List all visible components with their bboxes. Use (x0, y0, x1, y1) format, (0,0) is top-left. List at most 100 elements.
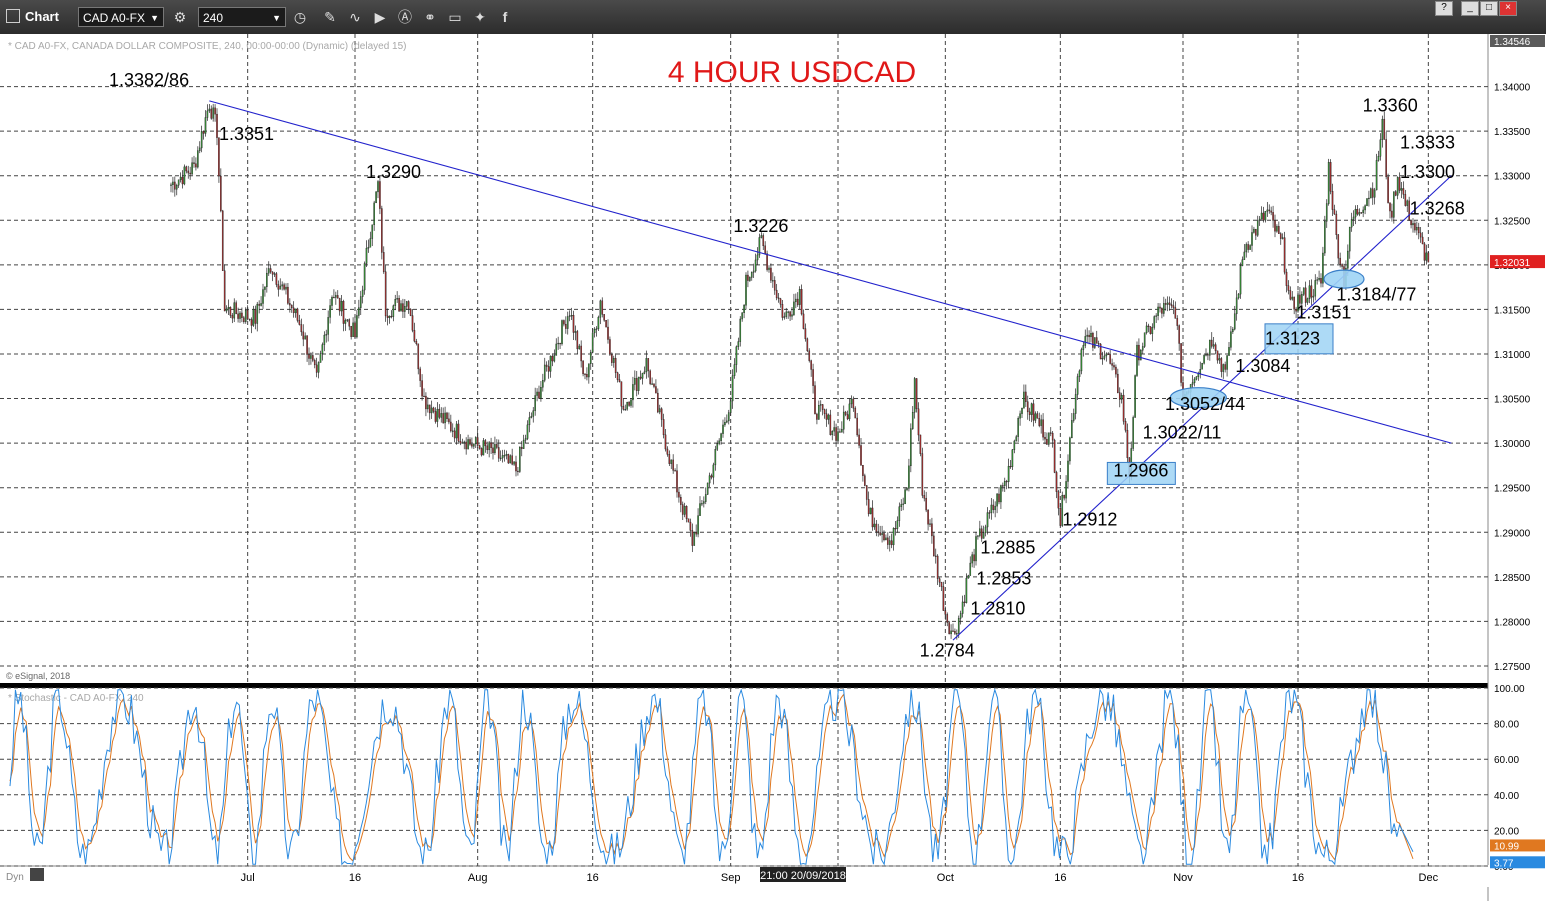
window-title-text: Chart (25, 9, 59, 24)
draw-line-icon[interactable]: ✎ (320, 7, 340, 27)
candle-body (743, 305, 745, 314)
comment-icon[interactable]: ▭ (445, 7, 465, 27)
help-button[interactable]: ? (1435, 1, 1453, 16)
candle-body (827, 414, 830, 420)
candle-body (1239, 265, 1242, 295)
candle-body (1414, 223, 1416, 231)
candle-body (1201, 363, 1203, 370)
play-icon[interactable]: ▶ (370, 7, 390, 27)
candle-body (658, 408, 661, 413)
candle-body (1249, 245, 1251, 250)
candle-body (1036, 413, 1039, 419)
link-icon[interactable]: ⚭ (420, 7, 440, 27)
candle-body (321, 344, 324, 354)
candle-body (287, 286, 289, 304)
candle-body (856, 417, 858, 436)
price-annotation: 1.3290 (366, 162, 421, 182)
candle-body (237, 313, 239, 319)
chart-background (0, 34, 1546, 901)
candle-body (1383, 118, 1386, 140)
candle-body (1076, 376, 1079, 395)
candle-body (701, 503, 703, 505)
symbol-input[interactable]: CAD A0-FX ▼ (78, 7, 164, 27)
candle-body (888, 540, 891, 545)
stoch-k-label: 10.99 (1494, 841, 1519, 852)
candle-body (647, 358, 650, 372)
x-tick-label: Dec (1419, 872, 1439, 884)
candle-body (800, 289, 803, 315)
candle-body (1320, 278, 1322, 284)
candle-body (1312, 295, 1315, 298)
candle-body (781, 303, 784, 318)
candle-body (957, 618, 960, 634)
stoch-y-tick-label: 40.00 (1494, 791, 1519, 802)
candle-body (515, 461, 517, 472)
candle-body (572, 315, 575, 333)
candle-body (595, 328, 598, 330)
candle-body (704, 494, 707, 502)
candle-body (718, 440, 720, 444)
candle-body (1314, 280, 1317, 297)
candle-body (208, 108, 211, 112)
candle-body (563, 320, 565, 325)
candle-body (419, 368, 421, 381)
candle-body (1308, 285, 1311, 299)
candle-body (231, 315, 234, 319)
candle-body (896, 520, 899, 529)
candle-body (637, 376, 640, 391)
stoch-y-tick-label: 80.00 (1494, 720, 1519, 731)
candle-body (444, 412, 446, 424)
candle-body (1040, 419, 1042, 426)
candle-body (996, 493, 998, 507)
candle-body (530, 416, 533, 418)
candle-body (670, 459, 673, 464)
restore-button[interactable]: □ (1480, 1, 1498, 16)
candle-body (1266, 209, 1269, 212)
clock-icon[interactable]: ◷ (290, 7, 310, 27)
toolbar: Chart CAD A0-FX ▼ ⚙ 240 ▼ ◷ ✎ ∿ ▶ Ⓐ ⚭ ▭ ✦ … (0, 0, 1546, 35)
candle-body (1425, 252, 1428, 261)
chart-svg: Jul16Aug16Sep16Oct16Nov16Dec1.275001.280… (0, 34, 1546, 901)
panel-separator (0, 683, 1546, 688)
candle-body (1170, 304, 1173, 306)
candle-body (258, 303, 260, 306)
candle-body (442, 413, 444, 424)
candle-body (421, 380, 423, 397)
candle-body (833, 427, 835, 432)
candle-body (1316, 279, 1318, 281)
candle-body (1203, 355, 1205, 364)
x-tick-label: Aug (468, 872, 488, 884)
candle-body (216, 113, 218, 138)
candle-body (425, 395, 427, 410)
dyn-toggle-icon (30, 868, 44, 881)
candle-body (693, 532, 696, 546)
interval-input[interactable]: 240 ▼ (198, 7, 286, 27)
alert-icon[interactable]: Ⓐ (395, 7, 415, 27)
candle-body (1325, 203, 1328, 222)
candle-body (1159, 306, 1161, 309)
settings-icon[interactable]: ⚙ (170, 7, 190, 27)
candle-body (1341, 264, 1343, 267)
stoch-y-tick-label: 100.00 (1494, 684, 1525, 695)
candle-body (940, 581, 943, 587)
facebook-icon[interactable]: f (495, 7, 515, 27)
candle-body (1019, 413, 1021, 419)
candle-body (565, 323, 567, 329)
y-tick-label: 1.29500 (1494, 484, 1531, 495)
candle-body (1281, 237, 1284, 239)
candle-body (1241, 259, 1244, 266)
candle-body (762, 235, 765, 247)
close-button[interactable]: × (1499, 1, 1517, 16)
candle-body (233, 302, 236, 319)
minimize-button[interactable]: _ (1461, 1, 1479, 16)
candle-body (1105, 353, 1108, 357)
candle-body (336, 295, 339, 299)
candle-body (1138, 344, 1140, 361)
candle-body (348, 319, 351, 327)
candle-body (779, 298, 782, 305)
candle-body (816, 413, 818, 420)
twitter-icon[interactable]: ✦ (470, 7, 490, 27)
draw-curve-icon[interactable]: ∿ (345, 7, 365, 27)
candle-body (453, 430, 456, 439)
candle-body (1015, 436, 1018, 442)
